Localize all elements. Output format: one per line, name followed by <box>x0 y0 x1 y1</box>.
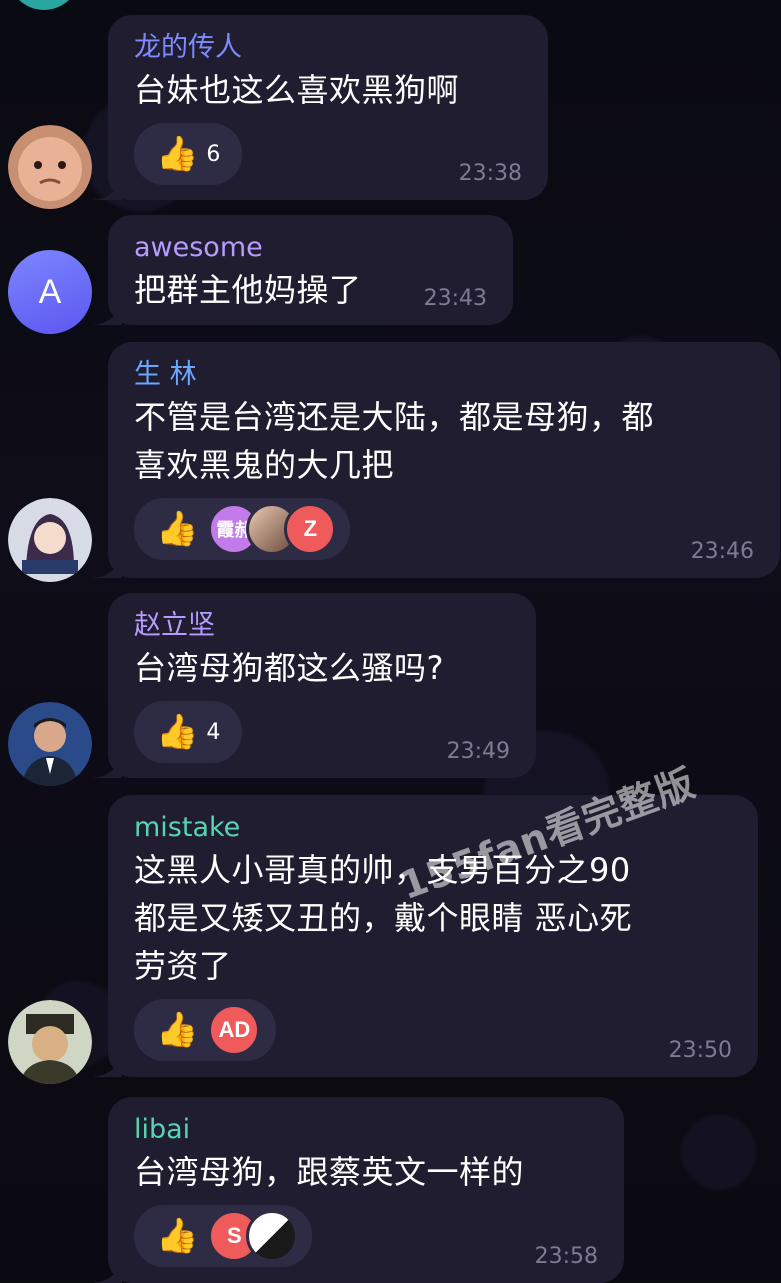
message-text: 台湾母狗，跟蔡英文一样的 <box>134 1153 525 1191</box>
reaction-chip[interactable]: 👍 6 <box>134 123 243 185</box>
reaction-chip[interactable]: 👍 S <box>134 1205 313 1267</box>
reaction-count: 6 <box>206 141 221 167</box>
avatar[interactable] <box>8 1000 92 1084</box>
avatar-initial: A <box>38 272 62 311</box>
reaction-chip[interactable]: 👍 AD <box>134 999 277 1061</box>
sender-name[interactable]: 赵立坚 <box>134 609 510 643</box>
reactor-avatar: AD <box>208 1004 261 1056</box>
message-bubble[interactable]: mistake 这黑人小哥真的帅，支男百分之90 都是又矮又丑的，戴个眼睛 恶心… <box>94 795 758 1077</box>
anime-girl-avatar-icon <box>8 498 92 582</box>
cartoon-man-avatar-icon <box>8 1000 92 1084</box>
thumbs-up-icon: 👍 <box>156 712 199 752</box>
baby-face-avatar-icon <box>8 125 92 209</box>
message-time: 23:49 <box>446 739 510 764</box>
reactor-avatars: S <box>206 1210 299 1262</box>
message-text-line: 喜欢黑鬼的大几把 <box>134 446 395 484</box>
message-bubble[interactable]: 生 林 不管是台湾还是大陆，都是母狗，都 喜欢黑鬼的大几把 👍 霞郝 Z 23:… <box>94 342 780 578</box>
message-time: 23:43 <box>423 286 487 311</box>
message-bubble[interactable]: libai 台湾母狗，跟蔡英文一样的 👍 S 23:58 <box>94 1097 624 1283</box>
reactor-avatar: Z <box>284 503 337 555</box>
avatar[interactable] <box>8 125 92 209</box>
message-text-line: 都是又矮又丑的，戴个眼睛 恶心死 <box>134 899 633 937</box>
reaction-chip[interactable]: 👍 4 <box>134 701 243 763</box>
avatar[interactable] <box>8 702 92 786</box>
thumbs-up-icon: 👍 <box>156 1216 199 1256</box>
sender-name[interactable]: libai <box>134 1113 598 1147</box>
reactor-avatars: 霞郝 Z <box>206 503 337 555</box>
reaction-chip[interactable]: 👍 霞郝 Z <box>134 498 351 560</box>
message-bubble[interactable]: 赵立坚 台湾母狗都这么骚吗? 👍 4 23:49 <box>94 593 536 778</box>
message-text: 台妹也这么喜欢黑狗啊 <box>134 71 460 109</box>
message-bubble[interactable]: awesome 把群主他妈操了 23:43 <box>94 215 513 325</box>
message-time: 23:46 <box>690 539 754 564</box>
avatar[interactable] <box>8 498 92 582</box>
thumbs-up-icon: 👍 <box>156 134 199 174</box>
message-time: 23:38 <box>458 161 522 186</box>
message-time: 23:58 <box>534 1244 598 1269</box>
sender-name[interactable]: awesome <box>134 231 487 265</box>
reaction-count: 4 <box>206 719 221 745</box>
message-text-line: 劳资了 <box>134 947 232 985</box>
reactor-avatar <box>246 1210 299 1262</box>
reactor-avatars: AD <box>206 1004 261 1056</box>
thumbs-up-icon: 👍 <box>156 1010 199 1050</box>
message-text-line: 不管是台湾还是大陆，都是母狗，都 <box>134 398 655 436</box>
sender-name[interactable]: 龙的传人 <box>134 31 522 65</box>
message-text: 台湾母狗都这么骚吗? <box>134 649 444 687</box>
thumbs-up-icon: 👍 <box>156 509 199 549</box>
sender-name[interactable]: 生 林 <box>134 358 754 392</box>
message-bubble[interactable]: 龙的传人 台妹也这么喜欢黑狗啊 👍 6 23:38 <box>94 15 548 200</box>
man-in-suit-avatar-icon <box>8 702 92 786</box>
message-time: 23:50 <box>668 1038 732 1063</box>
avatar[interactable]: A <box>8 250 92 334</box>
